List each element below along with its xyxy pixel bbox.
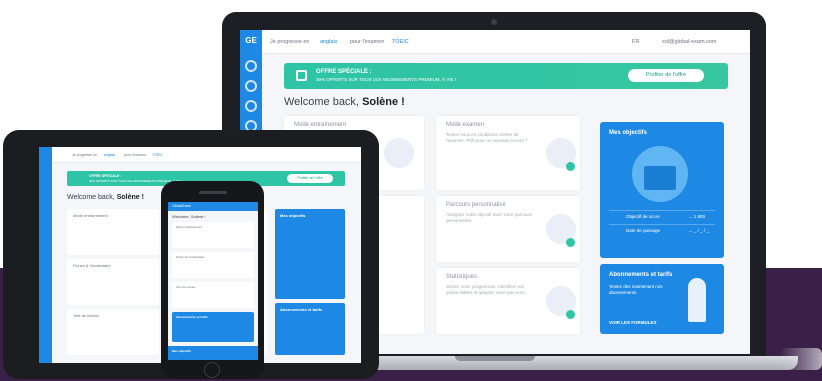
card-level-test[interactable]: Test de niveau <box>172 282 254 308</box>
exam-date-value[interactable]: → _ / _ / _ <box>688 228 709 233</box>
objectives-title: Mes objectifs <box>280 213 306 218</box>
language-select[interactable]: anglais <box>104 153 115 157</box>
laptop-notch <box>455 356 535 361</box>
card-title: Test de niveau <box>176 285 196 289</box>
tablet-sidebar <box>39 147 52 363</box>
pricing-title: Abonnements et tarifs <box>176 315 208 319</box>
phone-speaker <box>199 191 227 194</box>
pricing-title: Abonnements et tarifs <box>609 272 673 278</box>
pricing-link[interactable]: VOIR LES FORMULES <box>609 320 657 325</box>
objective-score-label: Objectif de score <box>626 214 660 219</box>
gift-icon <box>296 70 307 81</box>
welcome-heading: Welcome back, Solène ! <box>284 96 405 108</box>
book-icon[interactable] <box>245 80 257 92</box>
laptop-camera <box>491 19 497 25</box>
card-title: Mode entraînement <box>176 225 203 229</box>
card-path[interactable]: Parcours personnalisé Atteignez votre ob… <box>436 196 580 262</box>
product-mockup: GE Je progresse en anglais pour l'examen… <box>0 0 822 381</box>
progress-prefix: Je progresse en <box>72 153 98 157</box>
welcome-name: Solène ! <box>116 194 144 201</box>
card-exam[interactable]: Mode examen Testez-vous en conditions ré… <box>436 116 580 190</box>
go-icon[interactable] <box>566 162 575 171</box>
offer-banner: OFFRE SPÉCIALE : 30% OFFERTS SUR TOUS LE… <box>284 63 728 89</box>
card-stats[interactable]: Statistiques Suivez votre progression. I… <box>436 268 580 334</box>
objectives-card[interactable]: Mes objectifs Objectif de score → 1 800 … <box>600 122 724 258</box>
exam-date-label: Date de passage <box>626 228 661 233</box>
welcome-heading: Welcome back, Solène ! <box>67 194 144 201</box>
welcome-prefix: Welcome back, <box>284 96 359 108</box>
pricing-card[interactable]: Abonnements et tarifs <box>172 312 254 342</box>
go-icon[interactable] <box>566 238 575 247</box>
language-select[interactable]: anglais <box>320 39 337 45</box>
card-desc: Testez-vous en conditions réelles de l'e… <box>446 132 528 143</box>
home-icon[interactable] <box>245 60 257 72</box>
welcome-name: Solène ! <box>362 96 405 108</box>
tablet-topbar: Je progresse en anglais pour l'examen TO… <box>52 147 361 163</box>
card-title: Statistiques <box>446 274 478 280</box>
offer-subtitle: 30% OFFERTS SUR TOUS LES ABONNEMENTS PRE… <box>316 77 457 82</box>
pricing-title: Abonnements et tarifs <box>280 307 323 312</box>
divider <box>609 210 715 211</box>
card-desc: Atteignez votre objectif avec votre parc… <box>446 212 533 223</box>
go-icon[interactable] <box>566 310 575 319</box>
phone-screen: GlobalExam Welcome, Solène ! Mode entraî… <box>168 202 258 360</box>
card-desc: Suivez votre progression. Identifiez vos… <box>446 284 526 295</box>
objective-score-value[interactable]: → 1 800 <box>688 214 705 219</box>
footer-label: Mes objectifs <box>172 349 192 353</box>
folder-icon <box>644 166 676 190</box>
exam-select[interactable]: TOEIC <box>392 39 409 45</box>
objectives-card[interactable]: Mes objectifs <box>275 209 345 299</box>
card-vocabulary[interactable]: Fiches & Vocabulaire <box>67 259 159 305</box>
card-vocabulary[interactable]: Fiches & Vocabulaire <box>172 252 254 278</box>
pricing-card[interactable]: Abonnements et tarifs <box>275 303 345 355</box>
laptop-topbar: Je progresse en anglais pour l'examen TO… <box>262 30 750 54</box>
card-training[interactable]: Mode entraînement <box>67 209 159 255</box>
training-icon <box>384 138 414 168</box>
card-title: Mode entraînement <box>294 122 347 128</box>
card-training[interactable]: Mode entraînement <box>172 222 254 248</box>
card-title: Mode entraînement <box>73 213 108 218</box>
phone-footer[interactable]: Mes objectifs <box>168 346 258 360</box>
welcome-prefix: Welcome back, <box>67 194 115 201</box>
card-title: Test de niveau <box>73 313 99 318</box>
app-logo[interactable]: GE <box>240 36 262 45</box>
divider <box>609 224 715 225</box>
exam-prefix: pour l'examen <box>350 39 385 45</box>
phone-topbar: GlobalExam <box>168 202 258 211</box>
offer-button[interactable]: Profiter de l'offre <box>628 69 704 82</box>
objectives-title: Mes objectifs <box>609 130 648 136</box>
exam-select[interactable]: TOEIC <box>152 153 163 157</box>
card-title: Fiches & Vocabulaire <box>176 255 205 259</box>
offer-title: OFFRE SPÉCIALE : <box>89 174 122 178</box>
welcome-heading: Welcome, Solène ! <box>172 214 206 219</box>
pricing-desc: Testez dès maintenant nos abonnements. <box>609 284 663 295</box>
phone-home-button[interactable] <box>204 362 220 378</box>
reflection <box>780 348 822 370</box>
phone-brand[interactable]: GlobalExam <box>172 204 191 208</box>
user-email[interactable]: sol@global-exam.com <box>662 39 717 45</box>
timer-icon[interactable] <box>245 100 257 112</box>
pricing-card[interactable]: Abonnements et tarifs Testez dès mainten… <box>600 264 724 334</box>
offer-button[interactable]: Profiter de l'offre <box>287 174 333 183</box>
rocket-icon <box>688 278 706 322</box>
card-title: Fiches & Vocabulaire <box>73 263 111 268</box>
card-title: Parcours personnalisé <box>446 202 506 208</box>
card-level-test[interactable]: Test de niveau <box>67 309 159 355</box>
card-title: Mode examen <box>446 122 485 128</box>
language-switch[interactable]: FR <box>632 39 639 45</box>
progress-prefix: Je progresse en <box>270 39 310 45</box>
exam-prefix: pour l'examen <box>124 153 146 157</box>
offer-title: OFFRE SPÉCIALE : <box>316 69 372 75</box>
